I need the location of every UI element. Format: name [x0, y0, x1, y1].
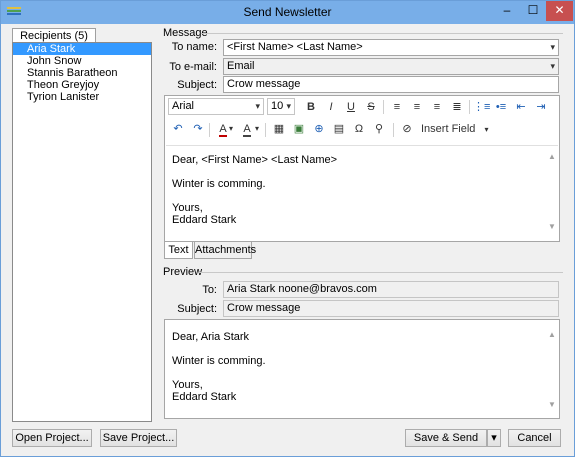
- find-icon[interactable]: ⚲: [371, 121, 387, 137]
- chevron-down-icon[interactable]: ▾: [550, 40, 555, 55]
- send-newsletter-window: Send Newsletter – ☐ ✕ Recipients (5) Ari…: [0, 0, 575, 457]
- separator: [383, 100, 384, 114]
- to-name-value: <First Name> <Last Name>: [227, 41, 363, 53]
- size-select[interactable]: 10 ▾: [267, 98, 295, 115]
- chevron-down-icon: ▾: [286, 101, 291, 111]
- editor-line: Yours,: [172, 202, 203, 214]
- bullet-list-icon[interactable]: •≡: [493, 99, 509, 115]
- list-item[interactable]: Stannis Baratheon: [13, 67, 151, 79]
- preview-text-area: Dear, Aria Stark Winter is comming. Your…: [172, 331, 542, 403]
- minimize-button[interactable]: –: [494, 1, 520, 21]
- preview-body: Dear, Aria Stark Winter is comming. Your…: [164, 319, 560, 419]
- strikethrough-button[interactable]: S: [363, 99, 379, 115]
- preview-line: Eddard Stark: [172, 391, 237, 403]
- scroll-up-icon[interactable]: ▲: [548, 152, 556, 161]
- font-select[interactable]: Arial ▾: [168, 98, 264, 115]
- open-project-button[interactable]: Open Project...: [12, 429, 92, 447]
- undo-icon[interactable]: ↶: [170, 121, 186, 137]
- list-item[interactable]: John Snow: [13, 55, 151, 67]
- numbered-list-icon[interactable]: ⋮≡: [473, 99, 490, 115]
- editor-line: Winter is comming.: [172, 178, 266, 190]
- save-project-button[interactable]: Save Project...: [100, 429, 177, 447]
- scroll-down-icon[interactable]: ▼: [548, 222, 556, 231]
- editor-line: Eddard Stark: [172, 214, 237, 226]
- preview-section-label: Preview: [163, 266, 203, 278]
- scroll-down-icon[interactable]: ▼: [548, 400, 556, 409]
- indent-icon[interactable]: ⇥: [533, 99, 549, 115]
- preview-to-label: To:: [202, 284, 217, 296]
- to-email-select[interactable]: Email ▾: [223, 58, 559, 75]
- align-center-icon[interactable]: ≡: [409, 99, 425, 115]
- insert-field-button[interactable]: Insert Field ▾: [421, 121, 491, 137]
- separator: [265, 123, 266, 137]
- recipients-list[interactable]: Aria Stark John Snow Stannis Baratheon T…: [12, 42, 152, 422]
- chevron-down-icon: ▾: [255, 101, 260, 111]
- image-icon[interactable]: ▣: [291, 121, 307, 137]
- preview-line: Winter is comming.: [172, 355, 266, 367]
- to-name-label: To name:: [171, 41, 217, 53]
- attachment-icon[interactable]: ⊘: [399, 121, 415, 137]
- underline-button[interactable]: U: [343, 99, 359, 115]
- cancel-button[interactable]: Cancel: [508, 429, 561, 447]
- divider: [199, 272, 563, 273]
- align-right-icon[interactable]: ≡: [429, 99, 445, 115]
- font-value: Arial: [172, 100, 195, 112]
- subject-input[interactable]: Crow message: [223, 76, 559, 93]
- editor-text-area[interactable]: Dear, <First Name> <Last Name> Winter is…: [172, 154, 542, 226]
- align-left-icon[interactable]: ≡: [389, 99, 405, 115]
- symbol-icon[interactable]: Ω: [351, 121, 367, 137]
- to-name-field[interactable]: <First Name> <Last Name> ▾: [223, 39, 559, 56]
- tab-text[interactable]: Text: [164, 242, 193, 259]
- message-editor: Arial ▾ 10 ▾ B I U S ≡ ≡ ≡ ≣ ⋮≡ •≡ ⇤ ⇥ ↶…: [164, 95, 560, 242]
- chevron-down-icon[interactable]: ▾: [253, 121, 261, 137]
- preview-line: Dear, Aria Stark: [172, 331, 250, 343]
- to-email-value: Email: [227, 60, 255, 72]
- divider: [166, 145, 558, 146]
- scroll-up-icon[interactable]: ▲: [548, 330, 556, 339]
- save-send-button[interactable]: Save & Send: [405, 429, 487, 447]
- chevron-down-icon[interactable]: ▾: [227, 121, 235, 137]
- chevron-down-icon[interactable]: ▾: [550, 59, 555, 74]
- window-title: Send Newsletter: [243, 5, 332, 19]
- tab-recipients[interactable]: Recipients (5): [12, 28, 96, 43]
- chevron-down-icon: ▾: [484, 125, 489, 134]
- size-value: 10: [271, 100, 284, 112]
- preview-subject-label: Subject:: [177, 303, 217, 315]
- list-item[interactable]: Theon Greyjoy: [13, 79, 151, 91]
- to-email-label: To e-mail:: [169, 61, 217, 73]
- divider: [201, 33, 563, 34]
- preview-line: Yours,: [172, 379, 203, 391]
- separator: [393, 123, 394, 137]
- italic-button[interactable]: I: [323, 99, 339, 115]
- table-icon[interactable]: ▦: [271, 121, 287, 137]
- subject-label: Subject:: [177, 79, 217, 91]
- separator: [469, 100, 470, 114]
- hyperlink-icon[interactable]: ⊕: [311, 121, 327, 137]
- preview-subject-field: Crow message: [223, 300, 559, 317]
- redo-icon[interactable]: ↷: [190, 121, 206, 137]
- bold-button[interactable]: B: [303, 99, 319, 115]
- close-button[interactable]: ✕: [546, 1, 573, 21]
- align-justify-icon[interactable]: ≣: [449, 99, 465, 115]
- editor-line: Dear, <First Name> <Last Name>: [172, 154, 338, 166]
- list-item[interactable]: Tyrion Lanister: [13, 91, 151, 103]
- insert-field-label: Insert Field: [421, 123, 476, 135]
- tab-attachments[interactable]: Attachments: [194, 242, 256, 259]
- title-bar[interactable]: Send Newsletter – ☐ ✕: [1, 1, 574, 24]
- date-icon[interactable]: ▤: [331, 121, 347, 137]
- maximize-button[interactable]: ☐: [520, 1, 546, 21]
- outdent-icon[interactable]: ⇤: [513, 99, 529, 115]
- separator: [209, 123, 210, 137]
- list-item[interactable]: Aria Stark: [13, 43, 151, 55]
- preview-to-field: Aria Stark noone@bravos.com: [223, 281, 559, 298]
- save-send-dropdown-button[interactable]: ▾: [487, 429, 501, 447]
